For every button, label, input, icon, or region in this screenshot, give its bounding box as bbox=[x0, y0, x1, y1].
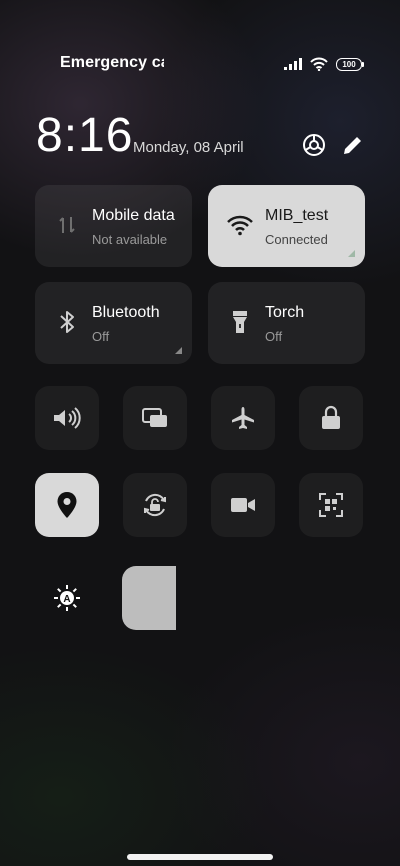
tile-subtitle: Connected bbox=[265, 232, 328, 247]
tile-bluetooth[interactable]: Bluetooth Off bbox=[35, 282, 192, 364]
tile-title: Bluetooth bbox=[92, 304, 160, 321]
toggle-auto-rotate[interactable] bbox=[123, 473, 187, 537]
auto-brightness-toggle[interactable]: A bbox=[35, 566, 99, 630]
tile-subtitle: Off bbox=[92, 329, 110, 344]
tile-title: Mobile data bbox=[92, 207, 175, 224]
brightness-slider[interactable] bbox=[122, 566, 176, 630]
tile-title: MIB_test bbox=[265, 207, 329, 224]
carrier-text: Emergency calls only bbox=[60, 54, 164, 71]
qr-scan-icon bbox=[319, 493, 343, 517]
clock: 8:16 bbox=[36, 109, 134, 162]
toggle-location[interactable] bbox=[35, 473, 99, 537]
battery-icon: 100 bbox=[336, 57, 364, 71]
wifi-icon bbox=[310, 57, 328, 71]
bluetooth-icon bbox=[53, 308, 81, 336]
svg-text:A: A bbox=[63, 594, 70, 605]
airplane-icon bbox=[232, 407, 254, 429]
system-icons: 100 bbox=[284, 56, 364, 72]
home-indicator[interactable] bbox=[127, 854, 273, 860]
tile-subtitle: Not available bbox=[92, 232, 168, 247]
screen-record-icon bbox=[231, 498, 255, 512]
tile-wifi[interactable]: MIB_test Connected bbox=[208, 185, 365, 267]
tile-subtitle: Off bbox=[265, 329, 283, 344]
tile-torch[interactable]: Torch Off bbox=[208, 282, 365, 364]
tile-title: Torch bbox=[265, 304, 305, 321]
toggle-screen-record[interactable] bbox=[211, 473, 275, 537]
expand-corner[interactable] bbox=[348, 250, 355, 257]
status-bar bbox=[0, 0, 400, 44]
torch-icon bbox=[226, 308, 254, 336]
toggle-lock[interactable] bbox=[299, 386, 363, 450]
tile-mobile-data[interactable]: Mobile data Not available bbox=[35, 185, 192, 267]
signal-icon bbox=[284, 58, 302, 70]
date-text: Monday, 08 April bbox=[133, 139, 244, 156]
location-icon bbox=[57, 492, 77, 518]
screen-cast-icon bbox=[142, 408, 167, 427]
auto-brightness-icon: A bbox=[54, 585, 80, 611]
expand-corner[interactable] bbox=[175, 347, 182, 354]
wifi-icon bbox=[226, 211, 254, 239]
auto-rotate-icon bbox=[144, 493, 166, 517]
toggle-sound[interactable] bbox=[35, 386, 99, 450]
mobile-data-icon bbox=[53, 211, 81, 239]
lock-icon bbox=[322, 405, 340, 429]
toggle-qr-scan[interactable] bbox=[299, 473, 363, 537]
toggle-airplane[interactable] bbox=[211, 386, 275, 450]
toggle-screen-cast[interactable] bbox=[123, 386, 187, 450]
sound-icon bbox=[54, 407, 81, 429]
edit-icon[interactable] bbox=[340, 132, 366, 158]
settings-icon[interactable] bbox=[301, 132, 327, 158]
